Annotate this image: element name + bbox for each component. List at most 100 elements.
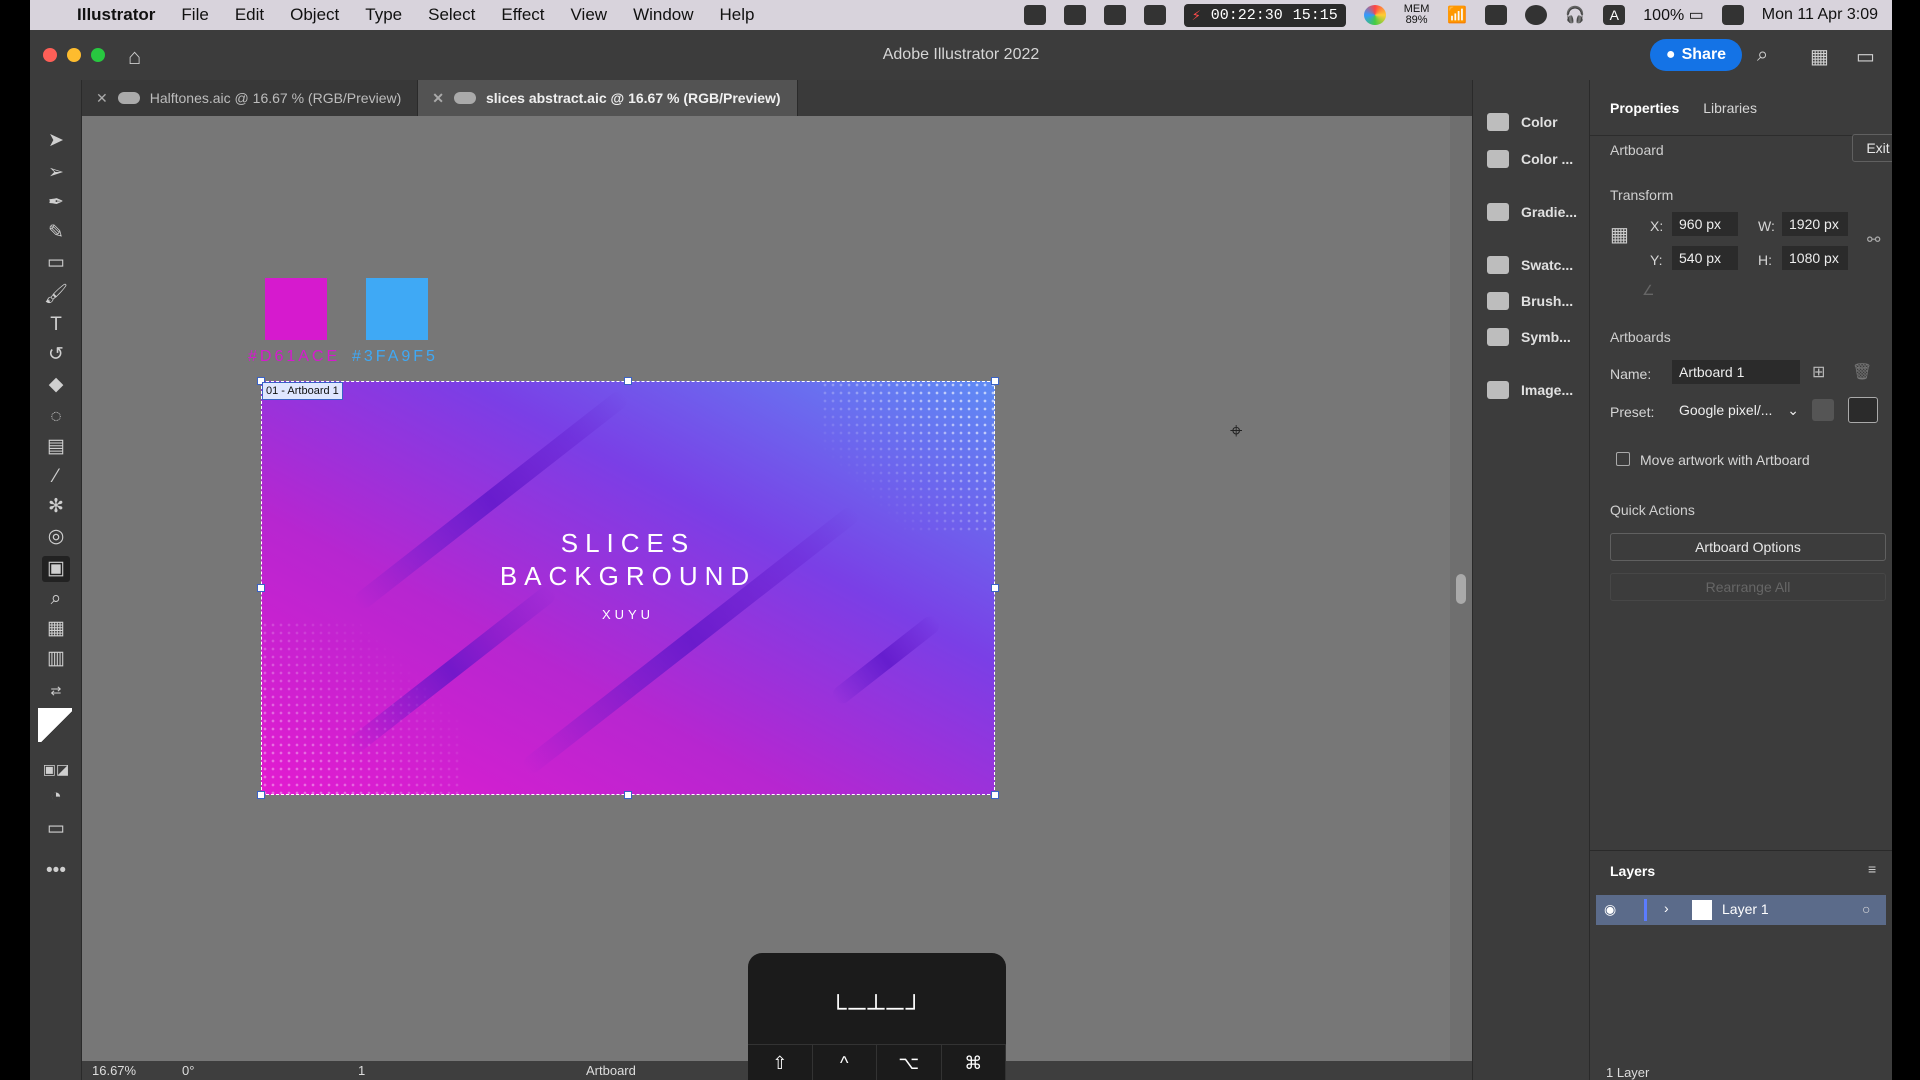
resize-handle[interactable] — [257, 584, 265, 592]
creative-cloud-icon[interactable] — [1023, 5, 1046, 25]
vertical-scrollbar[interactable] — [1450, 116, 1472, 1061]
selection-tool-icon[interactable]: ➤ — [42, 128, 70, 154]
panel-image-trace[interactable]: Image... — [1473, 372, 1591, 408]
move-artwork-checkbox[interactable] — [1616, 452, 1630, 466]
scrollbar-thumb[interactable] — [1456, 574, 1466, 604]
menu-object[interactable]: Object — [277, 5, 352, 25]
swap-colors-icon[interactable]: ⇄ — [42, 678, 70, 704]
shape-builder-tool-icon[interactable]: ◎ — [42, 524, 70, 550]
landscape-orientation-icon[interactable] — [1848, 397, 1878, 423]
resize-handle[interactable] — [991, 791, 999, 799]
battery-indicator[interactable]: 100% ▭ — [1643, 5, 1704, 25]
rearrange-all-button[interactable]: Rearrange All — [1610, 573, 1886, 601]
eyedropper-tool-icon[interactable]: ⁄ — [42, 464, 70, 490]
workspace-icon[interactable]: ▦ — [1810, 44, 1829, 69]
resize-handle[interactable] — [257, 791, 265, 799]
menu-type[interactable]: Type — [352, 5, 415, 25]
pen-tool-icon[interactable]: ✒ — [42, 190, 70, 216]
panel-brushes[interactable]: Brush... — [1473, 283, 1591, 319]
control-center-icon[interactable] — [1721, 5, 1744, 25]
search-icon[interactable]: ⌕ — [1757, 44, 1768, 67]
canvas[interactable]: #D61ACE #3FA9F5 SLICES BACKGROUND XUYU 0… — [82, 116, 1450, 1061]
menu-file[interactable]: File — [168, 5, 221, 25]
pen-tray-icon[interactable] — [1143, 5, 1166, 25]
menu-select[interactable]: Select — [415, 5, 488, 25]
focus-icon[interactable] — [1525, 5, 1548, 25]
artboard-name-tag[interactable]: 01 - Artboard 1 — [262, 382, 343, 400]
panel-swatches[interactable]: Swatc... — [1473, 247, 1591, 283]
tab-libraries[interactable]: Libraries — [1703, 100, 1757, 116]
zoom-level[interactable]: 16.67% — [92, 1063, 136, 1078]
resize-handle[interactable] — [624, 377, 632, 385]
input-source-icon[interactable]: A — [1603, 5, 1626, 25]
close-tab-icon[interactable]: ✕ — [432, 90, 444, 107]
screen-mode-icon[interactable]: ▭ — [42, 816, 70, 842]
target-icon[interactable]: ○ — [1862, 901, 1870, 917]
memory-indicator[interactable]: MEM 89% — [1404, 4, 1430, 26]
recording-timer[interactable]: ⚡ 00:22:30 15:15 — [1183, 3, 1346, 27]
tab-slices-abstract[interactable]: ✕ slices abstract.aic @ 16.67 % (RGB/Pre… — [418, 80, 798, 116]
new-artboard-icon[interactable]: ⊞ — [1812, 362, 1825, 382]
menu-effect[interactable]: Effect — [488, 5, 557, 25]
paintbrush-tool-icon[interactable]: 🖌 — [42, 282, 70, 308]
status-mode[interactable]: Artboard — [586, 1063, 636, 1078]
panel-color-guide[interactable]: Color ... — [1473, 141, 1591, 177]
curvature-tool-icon[interactable]: ✎ — [42, 220, 70, 246]
gradient-tool-icon[interactable]: ▤ — [42, 434, 70, 460]
share-button[interactable]: ● Share — [1650, 39, 1742, 71]
column-graph-icon[interactable]: ▥ — [42, 646, 70, 672]
menu-help[interactable]: Help — [707, 5, 768, 25]
resize-handle[interactable] — [991, 584, 999, 592]
width-field[interactable]: 1920 px — [1782, 212, 1848, 236]
resize-handle[interactable] — [991, 377, 999, 385]
panel-menu-icon[interactable]: ≡ — [1868, 861, 1876, 877]
height-field[interactable]: 1080 px — [1782, 246, 1848, 270]
menu-clock[interactable]: Mon 11 Apr 3:09 — [1762, 6, 1878, 24]
graph-tool-icon[interactable]: ▦ — [42, 616, 70, 642]
blend-tool-icon[interactable]: ✻ — [42, 494, 70, 520]
menu-edit[interactable]: Edit — [222, 5, 277, 25]
artboard-number[interactable]: 1 — [358, 1063, 365, 1078]
menu-window[interactable]: Window — [620, 5, 706, 25]
rectangle-tool-icon[interactable]: ▭ — [42, 250, 70, 276]
chevron-right-icon[interactable]: › — [1664, 900, 1669, 916]
color-swatch-blue[interactable] — [366, 278, 428, 340]
portrait-orientation-icon[interactable] — [1812, 399, 1834, 421]
panel-gradient[interactable]: Gradie... — [1473, 194, 1591, 230]
tab-properties[interactable]: Properties — [1610, 100, 1679, 116]
resize-handle[interactable] — [624, 791, 632, 799]
lasso-tool-icon[interactable]: ◌ — [42, 404, 70, 430]
panel-symbols[interactable]: Symb... — [1473, 319, 1591, 355]
draw-mode-icon[interactable]: ◔ — [42, 784, 70, 810]
panel-color[interactable]: Color — [1473, 104, 1591, 140]
wifi-icon[interactable]: 📶 — [1447, 5, 1467, 25]
y-field[interactable]: 540 px — [1672, 246, 1738, 270]
theme-icon[interactable] — [1103, 5, 1126, 25]
artboard-options-button[interactable]: Artboard Options — [1610, 533, 1886, 561]
artboard-name-field[interactable]: Artboard 1 — [1672, 360, 1800, 384]
direct-selection-tool-icon[interactable]: ➢ — [42, 160, 70, 186]
command-icon[interactable] — [1063, 5, 1086, 25]
eraser-tool-icon[interactable]: ◆ — [42, 372, 70, 398]
link-proportions-icon[interactable]: ⚯ — [1867, 230, 1880, 250]
menu-app-name[interactable]: Illustrator — [64, 5, 168, 25]
zoom-tool-icon[interactable]: ⌕ — [42, 586, 70, 612]
visibility-eye-icon[interactable]: ◉ — [1604, 901, 1616, 918]
type-tool-icon[interactable]: T — [42, 312, 70, 338]
artboard-tool-icon[interactable]: ▣ — [42, 556, 70, 582]
close-tab-icon[interactable]: ✕ — [96, 90, 108, 107]
x-field[interactable]: 960 px — [1672, 212, 1738, 236]
tab-halftones[interactable]: ✕ Halftones.aic @ 16.67 % (RGB/Preview) — [82, 80, 419, 116]
rotation-angle[interactable]: 0° — [182, 1063, 194, 1078]
more-tools-icon[interactable]: ••• — [42, 858, 70, 884]
layer-name[interactable]: Layer 1 — [1722, 901, 1769, 917]
headphones-icon[interactable]: 🎧 — [1565, 5, 1585, 25]
color-mode-icon[interactable]: ▣◪ — [42, 756, 70, 782]
rotate-tool-icon[interactable]: ↺ — [42, 342, 70, 368]
reference-point-icon[interactable]: ▦ — [1610, 222, 1636, 248]
color-wheel-icon[interactable] — [1363, 5, 1386, 25]
exit-button[interactable]: Exit — [1852, 134, 1892, 162]
color-swatch-magenta[interactable] — [265, 278, 327, 340]
delete-artboard-icon[interactable]: 🗑 — [1852, 362, 1872, 382]
menu-view[interactable]: View — [558, 5, 621, 25]
